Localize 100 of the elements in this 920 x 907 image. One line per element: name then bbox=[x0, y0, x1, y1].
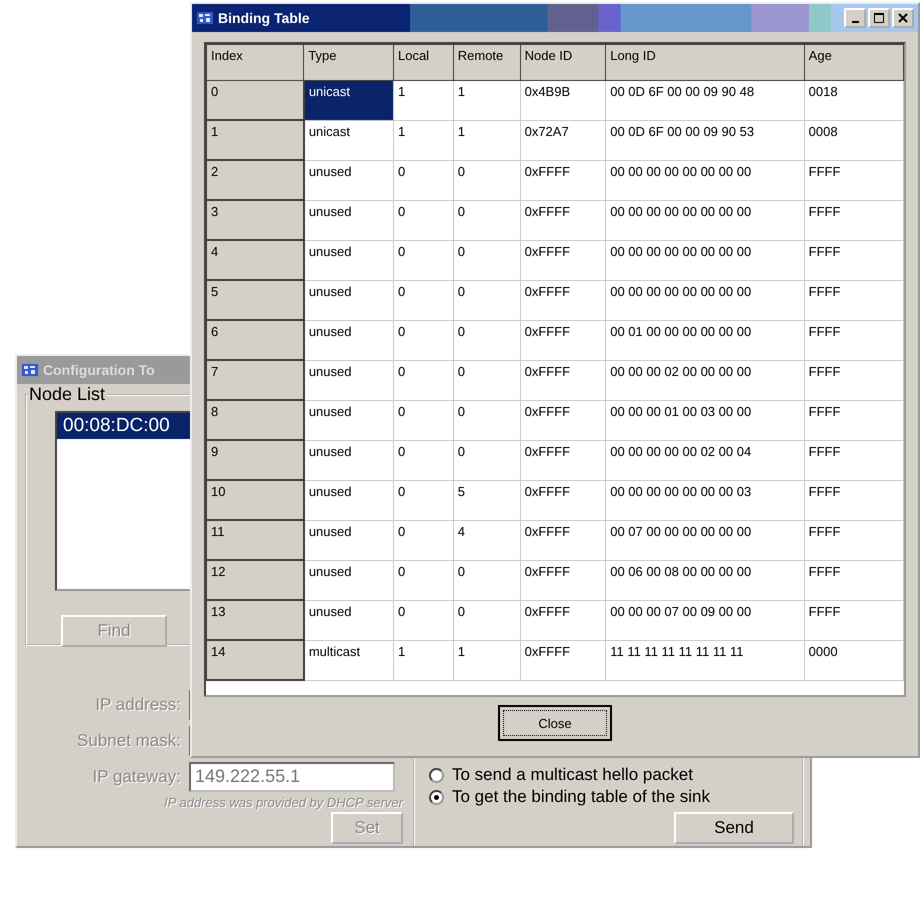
table-cell: 0 bbox=[393, 280, 454, 320]
radio-option[interactable]: To send a multicast hello packet bbox=[429, 764, 794, 786]
table-cell: FFFF bbox=[804, 320, 904, 360]
table-cell: FFFF bbox=[804, 600, 904, 640]
table-cell: 0x72A7 bbox=[520, 120, 606, 160]
table-cell: 0x4B9B bbox=[520, 80, 606, 120]
column-header[interactable]: Local bbox=[393, 44, 454, 80]
table-cell: 00 00 00 02 00 00 00 00 bbox=[606, 360, 804, 400]
table-cell: 0018 bbox=[804, 80, 904, 120]
table-cell: 00 00 00 00 00 00 00 00 bbox=[606, 240, 804, 280]
table-cell: 4 bbox=[453, 520, 520, 560]
table-cell: unicast bbox=[304, 80, 394, 120]
row-header[interactable]: 1 bbox=[206, 120, 304, 160]
table-cell: 0 bbox=[453, 200, 520, 240]
row-header[interactable]: 9 bbox=[206, 440, 304, 480]
group-label: Node List bbox=[28, 384, 106, 405]
table-cell: 0 bbox=[393, 520, 454, 560]
radio-label: To send a multicast hello packet bbox=[452, 765, 693, 785]
table-cell: 0xFFFF bbox=[520, 360, 606, 400]
table-cell: 1 bbox=[453, 120, 520, 160]
row-header[interactable]: 0 bbox=[206, 80, 304, 120]
table-cell: FFFF bbox=[804, 360, 904, 400]
field-label: IP address: bbox=[94, 695, 181, 715]
row-header[interactable]: 6 bbox=[206, 320, 304, 360]
row-header[interactable]: 8 bbox=[206, 400, 304, 440]
column-header[interactable]: Age bbox=[804, 44, 904, 80]
row-header[interactable]: 7 bbox=[206, 360, 304, 400]
table-cell: 0 bbox=[453, 560, 520, 600]
table-cell: unused bbox=[304, 240, 394, 280]
table-cell: 0xFFFF bbox=[520, 560, 606, 600]
table-cell: 00 00 00 00 00 00 00 03 bbox=[606, 480, 804, 520]
close-button[interactable] bbox=[892, 8, 914, 28]
table-cell: 11 11 11 11 11 11 11 11 bbox=[606, 640, 804, 680]
row-header[interactable]: 12 bbox=[206, 560, 304, 600]
table-cell: 00 00 00 00 00 00 00 00 bbox=[606, 280, 804, 320]
column-header[interactable]: Index bbox=[206, 44, 304, 80]
table-cell: 0 bbox=[393, 200, 454, 240]
table-cell: FFFF bbox=[804, 480, 904, 520]
column-header[interactable]: Node ID bbox=[520, 44, 606, 80]
table-cell: unused bbox=[304, 280, 394, 320]
column-header[interactable]: Long ID bbox=[606, 44, 804, 80]
table-cell: 0 bbox=[453, 160, 520, 200]
row-header[interactable]: 10 bbox=[206, 480, 304, 520]
table-cell: 00 0D 6F 00 00 09 90 53 bbox=[606, 120, 804, 160]
table-cell: 0xFFFF bbox=[520, 240, 606, 280]
table-cell: FFFF bbox=[804, 440, 904, 480]
send-button[interactable]: Send bbox=[674, 812, 794, 844]
row-header[interactable]: 4 bbox=[206, 240, 304, 280]
window-title: Binding Table bbox=[218, 10, 310, 26]
field-label: Subnet mask: bbox=[76, 731, 181, 751]
table-cell: 0 bbox=[453, 320, 520, 360]
column-header[interactable]: Remote bbox=[453, 44, 520, 80]
row-header[interactable]: 2 bbox=[206, 160, 304, 200]
close-dialog-button[interactable]: Close bbox=[498, 705, 612, 741]
table-cell: unused bbox=[304, 160, 394, 200]
table-cell: unused bbox=[304, 520, 394, 560]
radio-button[interactable] bbox=[429, 790, 444, 804]
table-cell: FFFF bbox=[804, 240, 904, 280]
table-cell: 0xFFFF bbox=[520, 280, 606, 320]
table-cell: unused bbox=[304, 400, 394, 440]
table-cell: 0xFFFF bbox=[520, 520, 606, 560]
table-cell: unused bbox=[304, 560, 394, 600]
table-cell: 0008 bbox=[804, 120, 904, 160]
maximize-button[interactable] bbox=[868, 8, 890, 28]
table-cell: 5 bbox=[453, 480, 520, 520]
table-cell: 0 bbox=[393, 320, 454, 360]
table-cell: 00 00 00 00 00 02 00 04 bbox=[606, 440, 804, 480]
radio-option[interactable]: To get the binding table of the sink bbox=[429, 786, 794, 808]
row-header[interactable]: 13 bbox=[206, 600, 304, 640]
table-cell: 0 bbox=[393, 440, 454, 480]
minimize-icon bbox=[852, 21, 858, 23]
row-header[interactable]: 3 bbox=[206, 200, 304, 240]
minimize-button[interactable] bbox=[844, 8, 866, 28]
table-cell: 00 00 00 00 00 00 00 00 bbox=[606, 160, 804, 200]
field-label: IP gateway: bbox=[91, 767, 181, 787]
table-cell: 1 bbox=[393, 80, 454, 120]
table-cell: 00 00 00 00 00 00 00 00 bbox=[606, 200, 804, 240]
table-cell: 0xFFFF bbox=[520, 640, 606, 680]
table-cell: 1 bbox=[393, 640, 454, 680]
table-cell: 0000 bbox=[804, 640, 904, 680]
row-header[interactable]: 11 bbox=[206, 520, 304, 560]
table-cell: 0 bbox=[393, 600, 454, 640]
table-cell: 00 0D 6F 00 00 09 90 48 bbox=[606, 80, 804, 120]
radio-button[interactable] bbox=[429, 768, 444, 782]
table-cell: 1 bbox=[453, 640, 520, 680]
table-cell: 0 bbox=[453, 240, 520, 280]
table-cell: 0xFFFF bbox=[520, 200, 606, 240]
table-cell: 0 bbox=[393, 240, 454, 280]
table-cell: 0xFFFF bbox=[520, 440, 606, 480]
table-cell: 0xFFFF bbox=[520, 600, 606, 640]
table-cell: unicast bbox=[304, 120, 394, 160]
row-header[interactable]: 14 bbox=[206, 640, 304, 680]
table-cell: unused bbox=[304, 320, 394, 360]
table-cell: FFFF bbox=[804, 400, 904, 440]
table-cell: unused bbox=[304, 200, 394, 240]
table-cell: 0 bbox=[393, 400, 454, 440]
column-header[interactable]: Type bbox=[304, 44, 394, 80]
table-cell: multicast bbox=[304, 640, 394, 680]
row-header[interactable]: 5 bbox=[206, 280, 304, 320]
table-cell: FFFF bbox=[804, 200, 904, 240]
